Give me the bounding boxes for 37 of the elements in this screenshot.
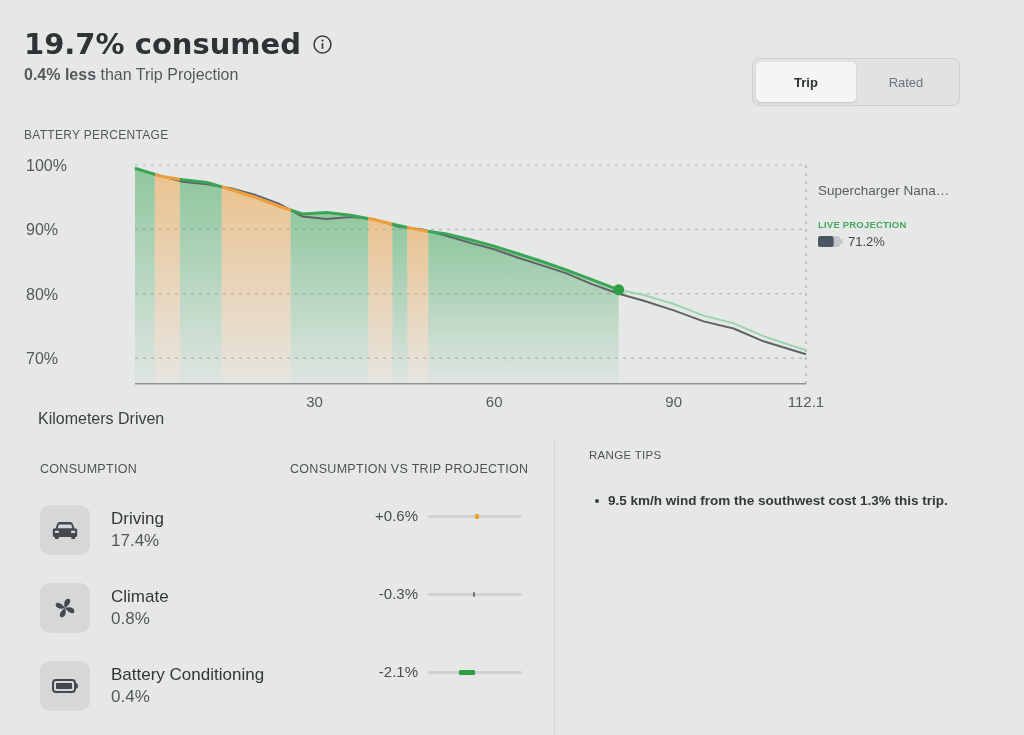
projection-comparison: 0.4% less than Trip Projection: [24, 65, 240, 85]
projected-charge: 71.2%: [848, 234, 885, 249]
chart-axis-title: BATTERY PERCENTAGE: [24, 128, 169, 142]
battery-icon: [818, 236, 843, 247]
category-value: 0.8%: [111, 608, 150, 630]
axis-title: Kilometers Driven: [38, 410, 165, 427]
battery-icon: [52, 679, 78, 693]
range-tip: 9.5 km/h wind from the southwest cost 1.3% this trip.: [608, 493, 948, 508]
fan-icon: [54, 597, 76, 619]
category-value: 0.4%: [111, 686, 150, 708]
category-name: Driving: [111, 508, 164, 530]
trip-consumption-title: 19.7% consumed: [24, 26, 301, 63]
mode-tab[interactable]: Trip: [756, 62, 856, 102]
section-heading: CONSUMPTION: [40, 462, 138, 477]
axis-label: 90%: [26, 221, 59, 239]
axis-label: 30: [306, 393, 323, 410]
info-icon[interactable]: [313, 34, 332, 54]
live-projection-label: LIVE PROJECTION: [818, 219, 907, 230]
section-heading: CONSUMPTION VS TRIP PROJECTION: [290, 462, 529, 477]
category-name: Climate: [111, 586, 169, 608]
category-value: 17.4%: [111, 530, 160, 552]
axis-label: 80%: [26, 285, 59, 303]
section-heading: RANGE TIPS: [589, 448, 662, 463]
axis-label: 100%: [26, 157, 67, 174]
car-icon: [52, 521, 78, 539]
axis-label: 112.1: [787, 393, 825, 410]
bullet-icon: [595, 498, 599, 503]
projection-difference: +0.6%: [374, 507, 418, 525]
projection-difference: -2.1%: [377, 663, 418, 681]
axis-label: 60: [485, 393, 503, 410]
projection-difference: -0.3%: [377, 585, 418, 603]
axis-label: 90: [665, 393, 683, 410]
mode-tab[interactable]: Rated: [856, 62, 956, 102]
axis-label: 70%: [26, 350, 59, 368]
category-name: Battery Conditioning: [111, 664, 265, 686]
destination-name: Supercharger Nana…: [818, 183, 950, 198]
current-point-marker: [613, 284, 625, 296]
